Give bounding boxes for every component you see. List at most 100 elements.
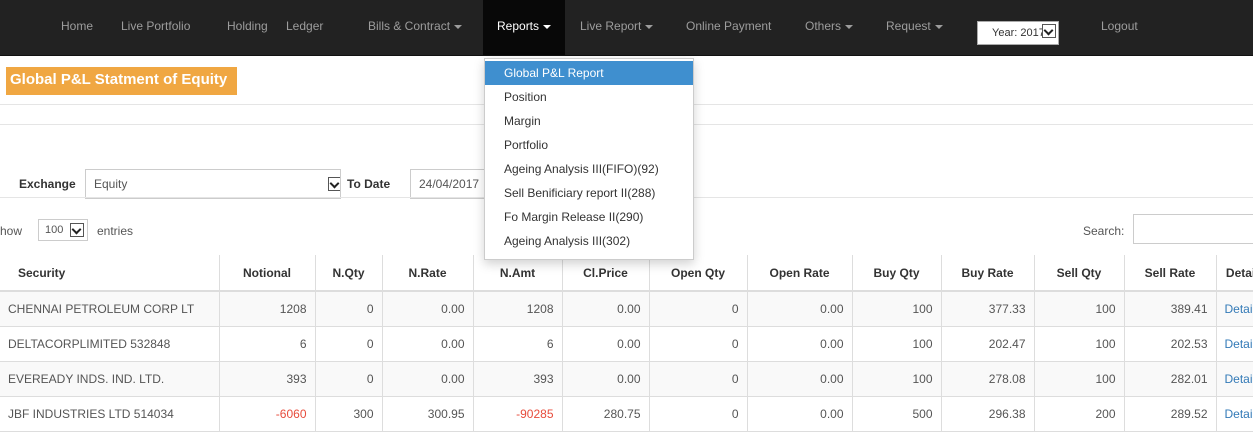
col-notional[interactable]: Notional <box>218 255 315 292</box>
col-sell-qty[interactable]: Sell Qty <box>1033 255 1124 292</box>
cell-n-amt: 6 <box>472 326 562 362</box>
cell-sell-rate: 282.01 <box>1123 361 1216 397</box>
chevron-down-icon <box>328 177 340 191</box>
cell-cl-price: 0.00 <box>561 291 649 327</box>
search-input[interactable] <box>1133 214 1253 244</box>
cell-security: DELTACORPLIMITED 532848 <box>0 326 219 362</box>
detail-link[interactable]: Detail <box>1215 326 1253 362</box>
col-cl-price[interactable]: Cl.Price <box>561 255 649 292</box>
nav-live-report[interactable]: Live Report <box>580 0 654 55</box>
col-n-amt[interactable]: N.Amt <box>472 255 562 292</box>
top-navbar: Home Live Portfolio Holding Ledger Bills… <box>0 0 1253 56</box>
to-date-input[interactable]: 24/04/2017 <box>410 169 490 199</box>
cell-buy-rate: 377.33 <box>940 291 1034 327</box>
nav-holding[interactable]: Holding <box>227 0 268 55</box>
menu-item-position[interactable]: Position <box>485 85 693 109</box>
cell-buy-rate: 296.38 <box>940 396 1034 432</box>
cell-n-amt: -90285 <box>472 396 562 432</box>
col-sell-rate[interactable]: Sell Rate <box>1123 255 1216 292</box>
col-open-rate[interactable]: Open Rate <box>746 255 852 292</box>
entries-select[interactable]: 100 <box>38 219 88 241</box>
nav-online-payment[interactable]: Online Payment <box>686 0 771 55</box>
col-open-qty[interactable]: Open Qty <box>648 255 747 292</box>
table-header-row: Security Notional N.Qty N.Rate N.Amt Cl.… <box>0 255 1253 292</box>
table-row: JBF INDUSTRIES LTD 514034 -6060 300 300.… <box>0 396 1253 432</box>
nav-others[interactable]: Others <box>805 0 854 55</box>
menu-item-fo-margin-release[interactable]: Fo Margin Release II(290) <box>485 205 693 229</box>
exchange-select[interactable]: Equity <box>85 169 341 199</box>
nav-logout[interactable]: Logout <box>1101 0 1138 55</box>
table-row: CHENNAI PETROLEUM CORP LT 1208 0 0.00 12… <box>0 291 1253 327</box>
table-row: DELTACORPLIMITED 532848 6 0 0.00 6 0.00 … <box>0 326 1253 362</box>
cell-buy-qty: 100 <box>851 291 941 327</box>
cell-buy-rate: 278.08 <box>940 361 1034 397</box>
cell-open-rate: 0.00 <box>746 326 852 362</box>
cell-security: EVEREADY INDS. IND. LTD. <box>0 361 219 397</box>
cell-cl-price: 280.75 <box>561 396 649 432</box>
caret-down-icon <box>543 24 552 29</box>
cell-open-rate: 0.00 <box>746 361 852 397</box>
cell-notional: -6060 <box>218 396 315 432</box>
col-n-rate[interactable]: N.Rate <box>381 255 473 292</box>
col-detail[interactable]: Detail <box>1215 255 1253 292</box>
caret-down-icon <box>845 24 854 29</box>
col-buy-qty[interactable]: Buy Qty <box>851 255 941 292</box>
nav-reports-label: Reports <box>497 19 540 33</box>
cell-open-qty: 0 <box>648 396 747 432</box>
detail-link[interactable]: Detail <box>1215 396 1253 432</box>
menu-item-margin[interactable]: Margin <box>485 109 693 133</box>
caret-down-icon <box>645 24 654 29</box>
nav-home[interactable]: Home <box>61 0 93 55</box>
cell-sell-qty: 100 <box>1033 361 1124 397</box>
cell-buy-qty: 100 <box>851 326 941 362</box>
cell-buy-rate: 202.47 <box>940 326 1034 362</box>
cell-sell-rate: 389.41 <box>1123 291 1216 327</box>
year-select-value: Year: 2017 <box>992 27 1045 39</box>
nav-reports[interactable]: Reports <box>483 0 566 55</box>
menu-item-portfolio[interactable]: Portfolio <box>485 133 693 157</box>
col-buy-rate[interactable]: Buy Rate <box>940 255 1034 292</box>
detail-link[interactable]: Detail <box>1215 291 1253 327</box>
cell-n-qty: 0 <box>314 361 382 397</box>
cell-open-rate: 0.00 <box>746 291 852 327</box>
nav-live-portfolio[interactable]: Live Portfolio <box>121 0 190 55</box>
reports-dropdown-menu: Global P&L Report Position Margin Portfo… <box>484 58 694 260</box>
cell-sell-rate: 202.53 <box>1123 326 1216 362</box>
cell-sell-rate: 289.52 <box>1123 396 1216 432</box>
chevron-down-icon <box>1042 24 1056 38</box>
menu-item-global-pl-report[interactable]: Global P&L Report <box>485 61 693 85</box>
nav-others-label: Others <box>805 19 842 33</box>
cell-n-qty: 0 <box>314 326 382 362</box>
cell-n-amt: 393 <box>472 361 562 397</box>
nav-request-label: Request <box>886 19 931 33</box>
page-title: Global P&L Statment of Equity <box>6 67 238 95</box>
exchange-label: Exchange <box>19 177 76 191</box>
cell-notional: 1208 <box>218 291 315 327</box>
pnl-table: Security Notional N.Qty N.Rate N.Amt Cl.… <box>0 255 1253 432</box>
cell-buy-qty: 100 <box>851 361 941 397</box>
nav-bills-contract-label: Bills & Contract <box>368 19 451 33</box>
to-date-label: To Date <box>347 177 391 191</box>
menu-item-ageing-analysis-fifo[interactable]: Ageing Analysis III(FIFO)(92) <box>485 157 693 181</box>
menu-item-ageing-analysis-302[interactable]: Ageing Analysis III(302) <box>485 229 693 253</box>
year-select[interactable]: Year: 2017 <box>977 21 1059 45</box>
cell-notional: 6 <box>218 326 315 362</box>
nav-live-report-label: Live Report <box>580 19 642 33</box>
col-n-qty[interactable]: N.Qty <box>314 255 382 292</box>
nav-request[interactable]: Request <box>886 0 943 55</box>
cell-n-amt: 1208 <box>472 291 562 327</box>
cell-n-rate: 0.00 <box>381 326 473 362</box>
menu-item-sell-beneficiary-report[interactable]: Sell Benificiary report II(288) <box>485 181 693 205</box>
nav-ledger[interactable]: Ledger <box>286 0 323 55</box>
entries-label: entries <box>97 224 134 238</box>
cell-open-qty: 0 <box>648 326 747 362</box>
entries-select-value: 100 <box>45 224 64 236</box>
search-label: Search: <box>1083 224 1125 238</box>
cell-n-rate: 0.00 <box>381 291 473 327</box>
col-security[interactable]: Security <box>0 255 219 292</box>
cell-open-qty: 0 <box>648 361 747 397</box>
cell-n-qty: 300 <box>314 396 382 432</box>
cell-security: JBF INDUSTRIES LTD 514034 <box>0 396 219 432</box>
detail-link[interactable]: Detail <box>1215 361 1253 397</box>
nav-bills-contract[interactable]: Bills & Contract <box>368 0 463 55</box>
